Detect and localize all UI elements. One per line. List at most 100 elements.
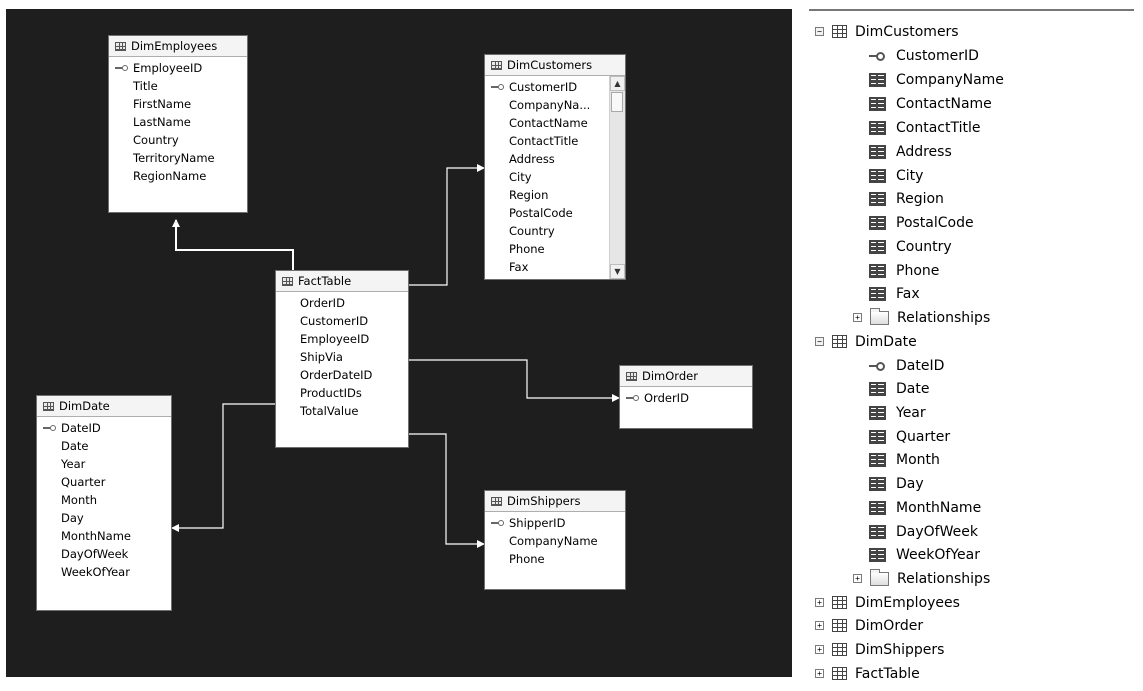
expand-icon[interactable]: + [853, 313, 862, 322]
key-icon [43, 425, 56, 432]
column-key[interactable]: DateID [37, 419, 171, 437]
column[interactable]: Year [37, 455, 171, 473]
expand-icon[interactable]: + [815, 669, 824, 678]
scroll-thumb[interactable] [611, 92, 623, 112]
column[interactable]: Region [485, 186, 625, 204]
tree-key-column[interactable]: DateID [869, 354, 944, 377]
column[interactable]: TotalValue [276, 402, 408, 420]
scroll-up-icon[interactable]: ▲ [610, 76, 625, 91]
relationship-fact-customers[interactable] [409, 164, 485, 286]
column-key[interactable]: OrderID [620, 389, 752, 407]
tree-column[interactable]: PostalCode [869, 211, 974, 234]
tree-node-dimdate[interactable]: − DimDate [815, 330, 917, 353]
column[interactable]: LastName [109, 113, 247, 131]
tree-column[interactable]: ContactTitle [869, 116, 980, 139]
column[interactable]: CompanyNa... [485, 96, 625, 114]
tree-column[interactable]: Address [869, 140, 952, 163]
table-dimorder[interactable]: DimOrder OrderID [619, 365, 753, 429]
tree-node-dimcustomers[interactable]: − DimCustomers [815, 20, 959, 43]
table-facttable-title[interactable]: FactTable [276, 271, 408, 292]
tree-column[interactable]: Month [869, 448, 940, 471]
schema-tree[interactable]: − DimCustomers CustomerID CompanyName Co… [809, 9, 1134, 691]
tree-column[interactable]: Date [869, 377, 929, 400]
column[interactable]: Day [37, 509, 171, 527]
table-facttable[interactable]: FactTable OrderID CustomerID EmployeeID … [275, 270, 409, 448]
column-key[interactable]: EmployeeID [109, 59, 247, 77]
column[interactable]: OrderDateID [276, 366, 408, 384]
tree-node-relationships[interactable]: + Relationships [853, 306, 990, 329]
tree-column[interactable]: Region [869, 187, 944, 210]
relationship-fact-order[interactable] [409, 359, 620, 402]
table-dimdate-title[interactable]: DimDate [37, 396, 171, 417]
column[interactable]: ContactName [485, 114, 625, 132]
tree-node-dimshippers[interactable]: + DimShippers [815, 638, 944, 661]
column[interactable]: Date [37, 437, 171, 455]
expand-icon[interactable]: + [853, 574, 862, 583]
column-key[interactable]: CustomerID [485, 78, 625, 96]
column-icon [869, 239, 886, 254]
tree-column[interactable]: DayOfWeek [869, 520, 978, 543]
column[interactable]: Quarter [37, 473, 171, 491]
column[interactable]: RegionName [109, 167, 247, 185]
tree-column[interactable]: Phone [869, 259, 939, 282]
table-icon [832, 619, 847, 632]
relationship-fact-date[interactable] [171, 403, 275, 532]
table-dimorder-title[interactable]: DimOrder [620, 366, 752, 387]
column[interactable]: City [485, 168, 625, 186]
tree-column[interactable]: Country [869, 235, 952, 258]
tree-key-column[interactable]: CustomerID [869, 44, 979, 67]
column[interactable]: FirstName [109, 95, 247, 113]
relationship-fact-employees[interactable] [172, 219, 294, 270]
column[interactable]: DayOfWeek [37, 545, 171, 563]
column[interactable]: ShipVia [276, 348, 408, 366]
table-dimcustomers[interactable]: DimCustomers CustomerID CompanyNa... Con… [484, 54, 626, 280]
column[interactable]: OrderID [276, 294, 408, 312]
column[interactable]: ProductIDs [276, 384, 408, 402]
column[interactable]: Phone [485, 240, 625, 258]
scroll-down-icon[interactable]: ▼ [610, 264, 625, 279]
tree-node-dimemployees[interactable]: + DimEmployees [815, 591, 960, 614]
column[interactable]: Country [485, 222, 625, 240]
diagram-canvas[interactable]: DimEmployees EmployeeID Title FirstName … [6, 9, 792, 677]
column[interactable]: Fax [485, 258, 625, 276]
column[interactable]: CustomerID [276, 312, 408, 330]
column[interactable]: Phone [485, 550, 625, 568]
tree-node-relationships[interactable]: + Relationships [853, 567, 990, 590]
expand-icon[interactable]: + [815, 621, 824, 630]
column[interactable]: Month [37, 491, 171, 509]
tree-column[interactable]: City [869, 164, 923, 187]
column[interactable]: CompanyName [485, 532, 625, 550]
table-dimcustomers-title[interactable]: DimCustomers [485, 55, 625, 76]
tree-column[interactable]: ContactName [869, 92, 992, 115]
column[interactable]: WeekOfYear [37, 563, 171, 581]
tree-column[interactable]: MonthName [869, 496, 981, 519]
relationship-fact-shippers[interactable] [409, 433, 485, 548]
vertical-scrollbar[interactable]: ▲ ▼ [609, 76, 625, 279]
expand-icon[interactable]: + [815, 645, 824, 654]
tree-node-facttable[interactable]: + FactTable [815, 662, 920, 685]
column[interactable]: PostalCode [485, 204, 625, 222]
tree-node-dimorder[interactable]: + DimOrder [815, 614, 923, 637]
collapse-icon[interactable]: − [815, 27, 824, 36]
table-dimshippers-title[interactable]: DimShippers [485, 491, 625, 512]
expand-icon[interactable]: + [815, 598, 824, 607]
column-key[interactable]: ShipperID [485, 514, 625, 532]
table-dimshippers[interactable]: DimShippers ShipperID CompanyName Phone [484, 490, 626, 590]
tree-column[interactable]: Fax [869, 282, 920, 305]
column[interactable]: ContactTitle [485, 132, 625, 150]
column[interactable]: Title [109, 77, 247, 95]
tree-column[interactable]: WeekOfYear [869, 543, 980, 566]
tree-column[interactable]: CompanyName [869, 68, 1004, 91]
column[interactable]: TerritoryName [109, 149, 247, 167]
tree-column[interactable]: Year [869, 401, 926, 424]
collapse-icon[interactable]: − [815, 337, 824, 346]
tree-column[interactable]: Quarter [869, 425, 950, 448]
column[interactable]: Address [485, 150, 625, 168]
column[interactable]: EmployeeID [276, 330, 408, 348]
tree-column[interactable]: Day [869, 472, 924, 495]
column[interactable]: MonthName [37, 527, 171, 545]
column[interactable]: Country [109, 131, 247, 149]
table-dimemployees-title[interactable]: DimEmployees [109, 36, 247, 57]
table-dimemployees[interactable]: DimEmployees EmployeeID Title FirstName … [108, 35, 248, 213]
table-dimdate[interactable]: DimDate DateID Date Year Quarter Month D… [36, 395, 172, 611]
